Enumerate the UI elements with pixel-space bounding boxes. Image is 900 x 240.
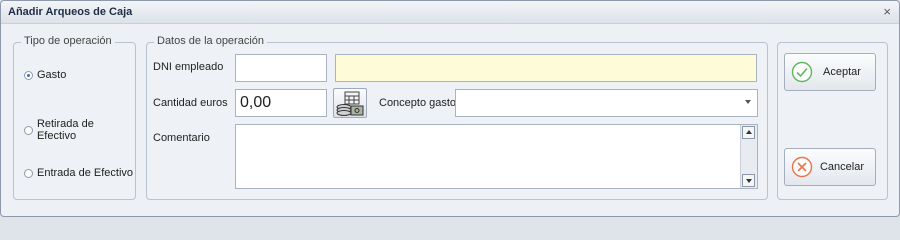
title-bar: Añadir Arqueos de Caja × [1, 1, 899, 24]
concepto-label: Concepto gasto [379, 97, 457, 109]
scroll-up-button[interactable] [742, 126, 755, 139]
radio-dot-icon [24, 125, 33, 135]
scroll-down-button[interactable] [742, 174, 755, 187]
cantidad-label: Cantidad euros [153, 97, 228, 109]
arrow-up-icon [746, 130, 752, 134]
dni-input[interactable] [235, 54, 327, 82]
vertical-scrollbar[interactable] [740, 125, 757, 188]
aceptar-label: Aceptar [823, 66, 861, 78]
close-icon[interactable]: × [883, 4, 891, 19]
actions-group: Aceptar Cancelar [777, 42, 888, 200]
cancelar-label: Cancelar [819, 161, 865, 173]
window-title: Añadir Arqueos de Caja [8, 6, 133, 18]
x-circle-icon [791, 156, 813, 178]
radio-label: Gasto [37, 69, 67, 81]
radio-retirada-efectivo[interactable]: Retirada de Efectivo [24, 118, 135, 142]
datos-operacion-group: Datos de la operación DNI empleado Canti… [146, 35, 768, 200]
cancelar-button[interactable]: Cancelar [784, 148, 876, 186]
comentario-textarea[interactable] [235, 124, 758, 189]
datos-operacion-legend: Datos de la operación [154, 35, 268, 47]
arrow-down-icon [746, 179, 752, 183]
aceptar-button[interactable]: Aceptar [784, 53, 876, 91]
check-circle-icon [791, 61, 813, 83]
radio-gasto[interactable]: Gasto [24, 69, 66, 81]
calculator-coins-icon [336, 91, 364, 116]
tipo-operacion-legend: Tipo de operación [21, 35, 115, 47]
comentario-label: Comentario [153, 132, 210, 144]
radio-label: Retirada de Efectivo [36, 118, 94, 142]
radio-dot-icon [24, 70, 33, 80]
cantidad-input[interactable]: 0,00 [235, 89, 327, 117]
tipo-operacion-group: Tipo de operación Gasto Retirada de Efec… [13, 35, 136, 200]
calculator-button[interactable] [333, 88, 367, 118]
dialog-window: Añadir Arqueos de Caja × Tipo de operaci… [0, 0, 900, 217]
radio-label: Entrada de Efectivo [37, 167, 134, 179]
dni-label: DNI empleado [153, 61, 224, 73]
radio-entrada-efectivo[interactable]: Entrada de Efectivo [24, 167, 133, 179]
employee-name-field [335, 54, 757, 82]
concepto-select[interactable] [455, 89, 758, 117]
radio-dot-icon [24, 168, 33, 178]
chevron-down-icon[interactable] [745, 100, 751, 104]
